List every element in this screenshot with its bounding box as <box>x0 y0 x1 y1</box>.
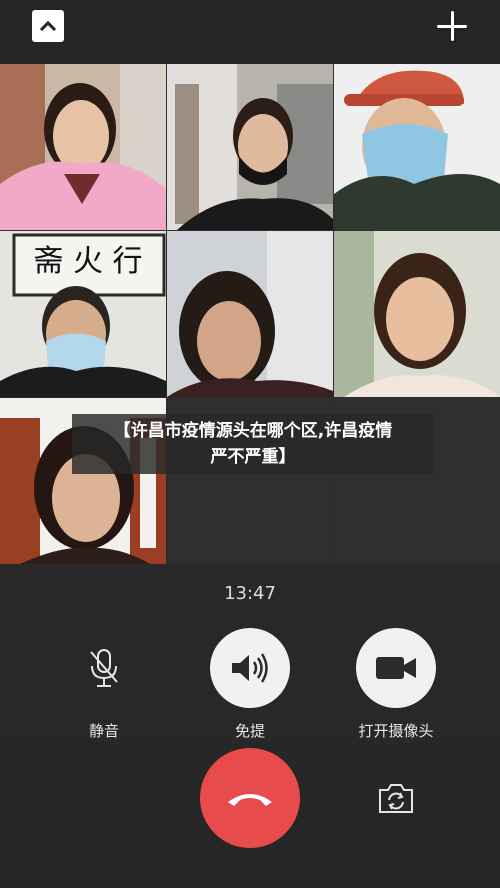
participant-tile[interactable] <box>0 64 166 230</box>
camera-label: 打开摄像头 <box>358 722 434 740</box>
video-call-screen: 斋 火 行 【许昌市疫情源头在哪个区,许昌疫情 严不严重】 13:47 静音 免… <box>0 0 500 888</box>
participant-tile[interactable] <box>334 231 500 397</box>
camera-switch-icon <box>379 784 413 813</box>
call-timer: 13:47 <box>224 583 276 604</box>
participant-tile[interactable]: 斋 火 行 <box>0 231 166 397</box>
participant-tile[interactable] <box>334 64 500 230</box>
participant-tile[interactable] <box>167 231 333 397</box>
add-participant-button[interactable] <box>434 8 470 44</box>
poster-calligraphy: 斋 火 行 <box>33 244 142 279</box>
camera-control[interactable]: 打开摄像头 <box>336 628 456 741</box>
collapse-button[interactable] <box>32 10 64 42</box>
participant-tile[interactable] <box>167 64 333 230</box>
hangup-button[interactable] <box>200 748 300 848</box>
camera-button[interactable] <box>356 628 436 708</box>
chevron-up-icon <box>39 20 57 32</box>
article-caption: 【许昌市疫情源头在哪个区,许昌疫情 严不严重】 <box>72 414 434 474</box>
speaker-label: 免提 <box>234 722 265 740</box>
video-camera-icon <box>376 657 416 679</box>
speaker-button[interactable] <box>210 628 290 708</box>
microphone-off-icon <box>90 649 118 687</box>
video-grid: 斋 火 行 <box>0 64 500 564</box>
caption-line-2: 严不严重】 <box>210 447 296 467</box>
top-bar <box>0 0 500 64</box>
caption-line-1: 【许昌市疫情源头在哪个区,许昌疫情 <box>113 421 393 441</box>
mute-control[interactable]: 静音 <box>44 628 164 741</box>
speaker-control[interactable]: 免提 <box>190 628 310 741</box>
phone-hangup-icon <box>228 794 272 806</box>
speaker-icon <box>232 653 268 683</box>
mute-label: 静音 <box>88 722 119 740</box>
switch-camera-button[interactable] <box>376 780 416 816</box>
mute-button[interactable] <box>64 628 144 708</box>
